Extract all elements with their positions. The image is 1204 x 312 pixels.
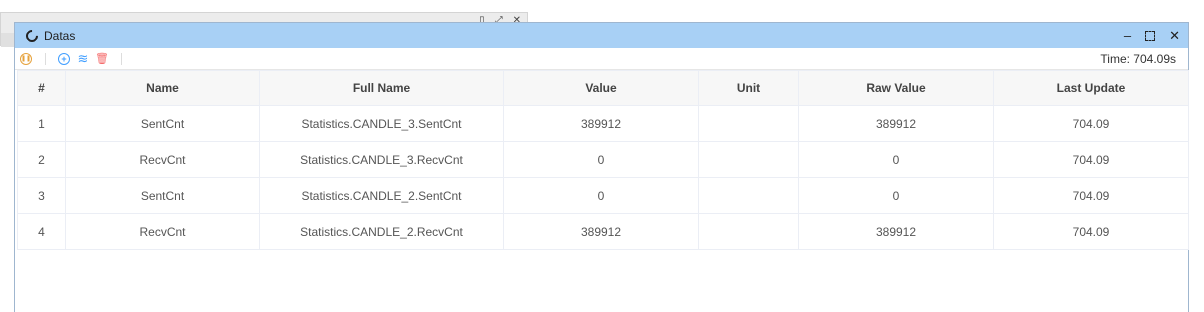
- cell-index: 4: [17, 213, 66, 250]
- table-row[interactable]: 2 RecvCnt Statistics.CANDLE_3.RecvCnt 0 …: [17, 141, 1189, 178]
- table-row[interactable]: 1 SentCnt Statistics.CANDLE_3.SentCnt 38…: [17, 105, 1189, 142]
- cell-last-update: 704.09: [993, 105, 1189, 142]
- cell-unit: [698, 213, 799, 250]
- cell-index: 2: [17, 141, 66, 178]
- cell-index: 3: [17, 177, 66, 214]
- cell-unit: [698, 141, 799, 178]
- cell-name: RecvCnt: [65, 141, 260, 178]
- window-controls: – ✕: [1124, 23, 1180, 48]
- wave-icon[interactable]: ≋: [77, 51, 89, 66]
- cell-name: SentCnt: [65, 177, 260, 214]
- time-readout: Time: 704.09s: [1100, 52, 1176, 66]
- window-title: Datas: [44, 28, 76, 43]
- cell-value: 0: [503, 177, 699, 214]
- cell-full-name: Statistics.CANDLE_2.RecvCnt: [259, 213, 504, 250]
- cell-unit: [698, 105, 799, 142]
- header-index[interactable]: #: [17, 70, 66, 106]
- data-table: # Name Full Name Value Unit Raw Value La…: [17, 70, 1189, 250]
- cell-index: 1: [17, 105, 66, 142]
- header-value[interactable]: Value: [503, 70, 699, 106]
- header-raw-value[interactable]: Raw Value: [798, 70, 994, 106]
- loading-icon: [23, 27, 41, 44]
- cell-name: SentCnt: [65, 105, 260, 142]
- minimize-button[interactable]: –: [1124, 29, 1131, 42]
- window-titlebar[interactable]: Datas – ✕: [15, 23, 1188, 48]
- cell-full-name: Statistics.CANDLE_2.SentCnt: [259, 177, 504, 214]
- cell-full-name: Statistics.CANDLE_3.SentCnt: [259, 105, 504, 142]
- toolbar-divider: [121, 52, 122, 65]
- cell-full-name: Statistics.CANDLE_3.RecvCnt: [259, 141, 504, 178]
- cell-value: 389912: [503, 105, 699, 142]
- cell-raw-value: 389912: [798, 105, 994, 142]
- header-last-update[interactable]: Last Update: [993, 70, 1189, 106]
- cell-raw-value: 0: [798, 177, 994, 214]
- header-unit[interactable]: Unit: [698, 70, 799, 106]
- datas-window: Datas – ✕ ❚❚ + ≋ 🗑 Time: 704.09s # Name: [14, 22, 1189, 312]
- cell-value: 389912: [503, 213, 699, 250]
- header-name[interactable]: Name: [65, 70, 260, 106]
- add-icon[interactable]: +: [58, 52, 70, 65]
- toolbar: ❚❚ + ≋ 🗑 Time: 704.09s: [15, 48, 1188, 70]
- cell-last-update: 704.09: [993, 177, 1189, 214]
- header-full-name[interactable]: Full Name: [259, 70, 504, 106]
- cell-unit: [698, 177, 799, 214]
- table-row[interactable]: 4 RecvCnt Statistics.CANDLE_2.RecvCnt 38…: [17, 213, 1189, 250]
- cell-last-update: 704.09: [993, 141, 1189, 178]
- cell-raw-value: 0: [798, 141, 994, 178]
- maximize-button[interactable]: [1145, 30, 1156, 41]
- cell-raw-value: 389912: [798, 213, 994, 250]
- delete-icon[interactable]: 🗑: [95, 53, 109, 65]
- table-header-row: # Name Full Name Value Unit Raw Value La…: [17, 70, 1189, 106]
- cell-value: 0: [503, 141, 699, 178]
- cell-last-update: 704.09: [993, 213, 1189, 250]
- background-panel-edge: [1, 33, 15, 47]
- cell-name: RecvCnt: [65, 213, 260, 250]
- toolbar-divider: [45, 52, 46, 65]
- pause-icon[interactable]: ❚❚: [20, 52, 32, 65]
- close-button[interactable]: ✕: [1169, 29, 1180, 42]
- table-row[interactable]: 3 SentCnt Statistics.CANDLE_2.SentCnt 0 …: [17, 177, 1189, 214]
